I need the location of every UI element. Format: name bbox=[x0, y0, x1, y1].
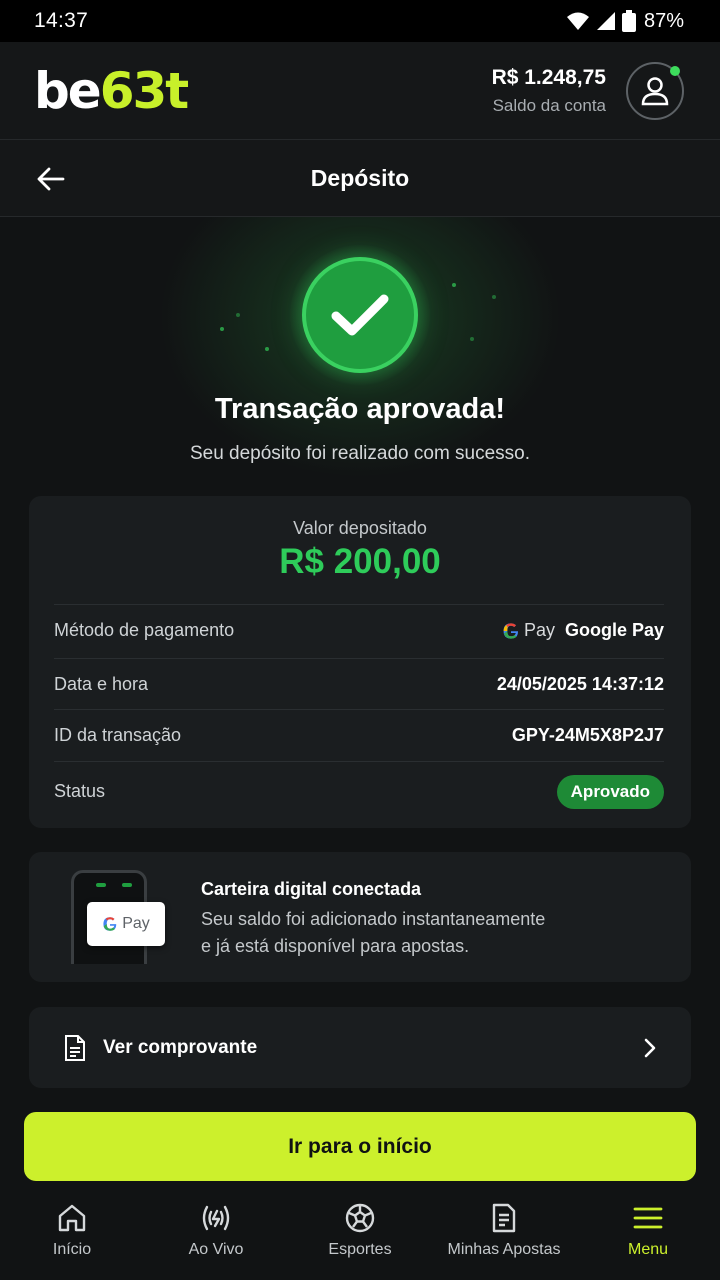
gpay-card-illustration: Pay bbox=[87, 902, 165, 946]
go-home-button[interactable]: Ir para o início bbox=[24, 1112, 696, 1181]
check-circle bbox=[302, 257, 418, 373]
page-title: Depósito bbox=[310, 164, 410, 191]
home-icon bbox=[58, 1204, 86, 1232]
sparkle bbox=[470, 337, 474, 341]
payment-method-value: Google Pay bbox=[564, 620, 664, 640]
document-icon bbox=[65, 1034, 85, 1061]
detail-value: Pay Google Pay bbox=[502, 620, 664, 641]
bets-icon bbox=[492, 1203, 516, 1233]
nav-label: Ao Vivo bbox=[188, 1241, 244, 1258]
detail-key: Método de pagamento bbox=[54, 620, 235, 640]
balance-amount: R$ 1.248,75 bbox=[491, 65, 606, 89]
view-receipt-button[interactable]: Ver comprovante bbox=[29, 1007, 691, 1088]
status-icons: 87% bbox=[566, 10, 684, 33]
brand-logo[interactable]: be63t bbox=[34, 66, 189, 116]
nav-item-inicio[interactable]: Início bbox=[0, 1190, 144, 1259]
status-time: 14:37 bbox=[34, 9, 89, 32]
sparkle bbox=[236, 313, 240, 317]
online-indicator bbox=[670, 65, 680, 76]
profile-button[interactable] bbox=[626, 61, 684, 120]
wallet-line-2: e já está disponível para apostas. bbox=[201, 936, 470, 956]
success-badge bbox=[290, 245, 430, 385]
gpay-card-text: Pay bbox=[122, 915, 150, 932]
detail-value: GPY-24M5X8P2J7 bbox=[511, 725, 664, 745]
soccer-ball-icon bbox=[345, 1203, 375, 1233]
status-bar: 14:37 87% bbox=[0, 0, 720, 42]
battery-icon bbox=[621, 10, 636, 32]
sparkle bbox=[265, 347, 269, 351]
deposit-value-amount: R$ 200,00 bbox=[279, 542, 441, 581]
gpay-mark-text: Pay bbox=[523, 620, 555, 640]
nav-label: Esportes bbox=[328, 1241, 392, 1258]
wallet-line-1: Seu saldo foi adicionado instantaneament… bbox=[201, 909, 546, 929]
detail-key: Data e hora bbox=[54, 674, 149, 694]
detail-row-payment-method: Método de pagamento Pay Google Pay bbox=[54, 604, 664, 656]
google-g-icon bbox=[103, 917, 117, 931]
google-g-icon bbox=[503, 622, 518, 639]
signal-icon bbox=[596, 12, 615, 30]
app-header: be63t R$ 1.248,75 Saldo da conta bbox=[0, 42, 720, 140]
sparkle bbox=[452, 283, 456, 287]
user-icon bbox=[641, 76, 669, 105]
wifi-icon bbox=[566, 12, 589, 30]
menu-icon bbox=[633, 1207, 663, 1229]
nav-label: Minhas Apostas bbox=[447, 1241, 561, 1258]
wallet-connected-card: Pay Carteira digital conectada Seu saldo… bbox=[29, 852, 691, 982]
deposit-details-card: Valor depositado R$ 200,00 Método de pag… bbox=[29, 496, 691, 828]
nav-label: Menu bbox=[627, 1241, 669, 1258]
wallet-description: Seu saldo foi adicionado instantaneament… bbox=[201, 906, 601, 960]
battery-percent: 87% bbox=[643, 9, 684, 32]
account-area: R$ 1.248,75 Saldo da conta bbox=[492, 61, 684, 120]
back-arrow-icon[interactable] bbox=[34, 162, 68, 196]
detail-value: 24/05/2025 14:37:12 bbox=[496, 674, 664, 694]
chevron-right-icon bbox=[644, 1038, 656, 1057]
logo-text-1: be bbox=[34, 61, 102, 120]
sparkle bbox=[492, 295, 496, 299]
nav-item-menu[interactable]: Menu bbox=[576, 1190, 720, 1259]
deposit-value-label: Valor depositado bbox=[293, 518, 427, 538]
success-title: Transação aprovada! bbox=[214, 393, 506, 425]
detail-row-datetime: Data e hora 24/05/2025 14:37:12 bbox=[54, 658, 664, 710]
live-icon bbox=[202, 1205, 230, 1231]
balance-label: Saldo da conta bbox=[492, 95, 606, 115]
success-subtitle: Seu depósito foi realizado com sucesso. bbox=[189, 443, 531, 464]
nav-item-esportes[interactable]: Esportes bbox=[288, 1190, 432, 1259]
detail-key: ID da transação bbox=[54, 725, 182, 745]
page-titlebar: Depósito bbox=[0, 140, 720, 217]
detail-row-transaction-id: ID da transação GPY-24M5X8P2J7 bbox=[54, 709, 664, 761]
logo-text-2: 63t bbox=[99, 61, 189, 120]
sparkle bbox=[220, 327, 224, 331]
google-pay-logo: Pay bbox=[502, 620, 555, 641]
nav-item-minhas-apostas[interactable]: Minhas Apostas bbox=[432, 1190, 576, 1259]
phone-light bbox=[122, 883, 132, 887]
nav-item-ao-vivo[interactable]: Ao Vivo bbox=[144, 1190, 288, 1259]
phone-light bbox=[96, 883, 106, 887]
checkmark-icon bbox=[331, 294, 389, 336]
success-hero: Transação aprovada! Seu depósito foi rea… bbox=[0, 217, 720, 487]
status-badge: Aprovado bbox=[556, 774, 664, 809]
wallet-title: Carteira digital conectada bbox=[201, 879, 422, 899]
detail-row-status: Status Aprovado bbox=[54, 761, 664, 821]
detail-key: Status bbox=[54, 781, 106, 801]
view-receipt-label: Ver comprovante bbox=[103, 1036, 258, 1058]
account-balance: R$ 1.248,75 Saldo da conta bbox=[492, 66, 606, 116]
nav-label: Início bbox=[52, 1241, 92, 1258]
bottom-navigation: Início Ao Vivo Esportes Minhas Apostas M… bbox=[0, 1190, 720, 1280]
